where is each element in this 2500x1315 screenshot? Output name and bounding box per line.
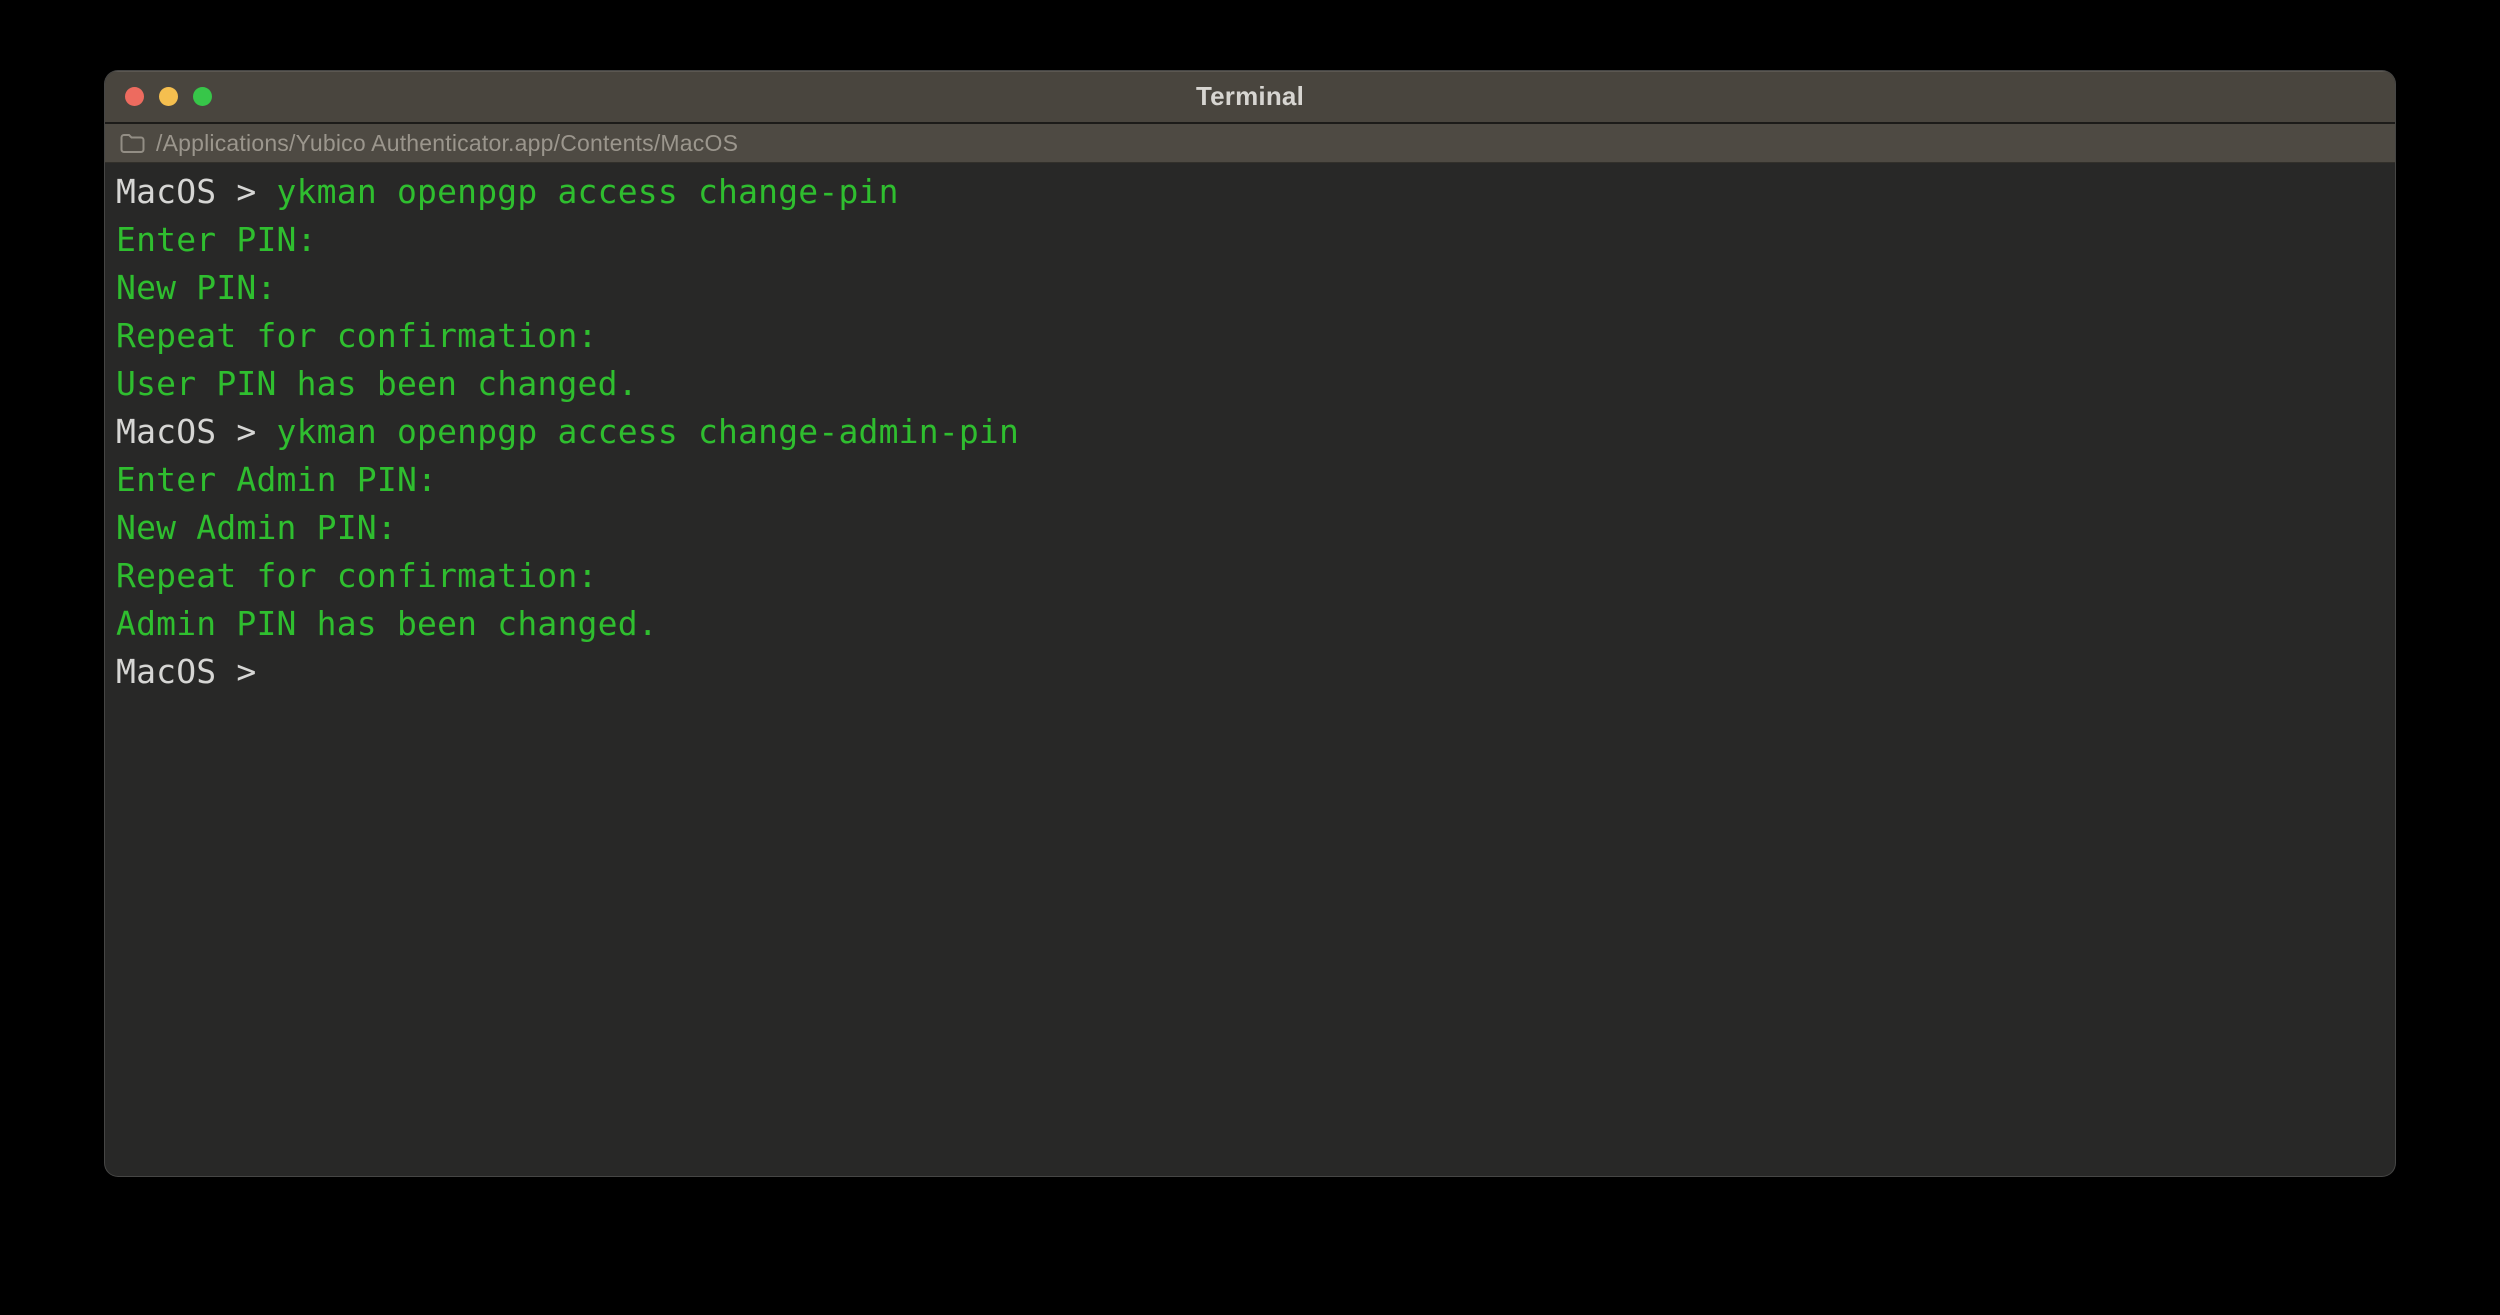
output-text: New PIN: <box>116 268 277 307</box>
titlebar[interactable]: Terminal <box>105 71 2395 124</box>
terminal-line: MacOS > ykman openpgp access change-admi… <box>116 408 2383 456</box>
working-directory-path: /Applications/Yubico Authenticator.app/C… <box>156 129 739 156</box>
terminal-line: MacOS > ykman openpgp access change-pin <box>116 168 2383 216</box>
terminal-line: New Admin PIN: <box>116 504 2383 552</box>
output-text: Repeat for confirmation: <box>116 316 598 355</box>
prompt-text: MacOS > <box>116 652 277 691</box>
desktop-background: Terminal /Applications/Yubico Authentica… <box>0 0 2500 1315</box>
terminal-window: Terminal /Applications/Yubico Authentica… <box>104 70 2396 1177</box>
close-button[interactable] <box>125 87 144 106</box>
output-text: Enter PIN: <box>116 220 317 259</box>
terminal-line: Enter PIN: <box>116 216 2383 264</box>
minimize-button[interactable] <box>159 87 178 106</box>
command-text: ykman openpgp access change-admin-pin <box>276 412 1020 451</box>
terminal-line: Admin PIN has been changed. <box>116 600 2383 648</box>
terminal-line: Repeat for confirmation: <box>116 312 2383 360</box>
command-text: ykman openpgp access change-pin <box>276 172 899 211</box>
terminal-line: Repeat for confirmation: <box>116 552 2383 600</box>
terminal-output-area[interactable]: MacOS > ykman openpgp access change-pin E… <box>105 163 2395 696</box>
prompt-text: MacOS > <box>116 172 277 211</box>
output-text: New Admin PIN: <box>116 508 397 547</box>
window-title: Terminal <box>1195 81 1305 111</box>
prompt-text: MacOS > <box>116 412 277 451</box>
output-text: Enter Admin PIN: <box>116 460 438 499</box>
terminal-line: MacOS > <box>116 648 2383 696</box>
output-text: Admin PIN has been changed. <box>116 604 658 643</box>
output-text: Repeat for confirmation: <box>116 556 598 595</box>
terminal-line: User PIN has been changed. <box>116 360 2383 408</box>
zoom-button[interactable] <box>193 87 212 106</box>
terminal-line: New PIN: <box>116 264 2383 312</box>
terminal-line: Enter Admin PIN: <box>116 456 2383 504</box>
folder-icon <box>120 133 145 153</box>
traffic-lights <box>125 71 212 122</box>
output-text: User PIN has been changed. <box>116 364 638 403</box>
working-directory-bar: /Applications/Yubico Authenticator.app/C… <box>105 124 2395 163</box>
